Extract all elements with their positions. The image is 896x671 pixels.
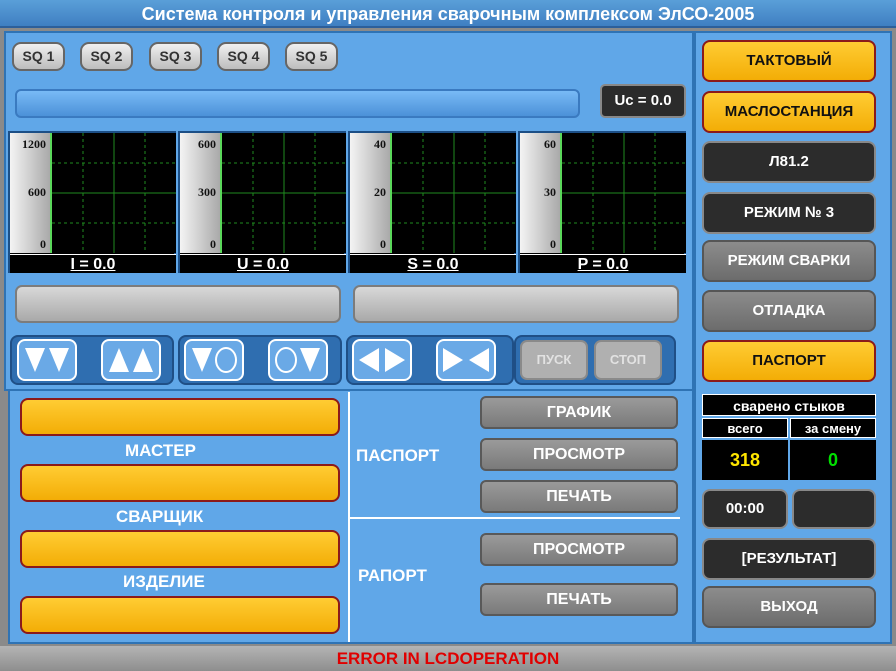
product-label: ИЗДЕЛИЕ (123, 572, 205, 591)
spread-button[interactable] (352, 339, 412, 381)
double-up-button[interactable] (101, 339, 161, 381)
extra-input[interactable] (20, 596, 340, 634)
axis-tick: 1200 (22, 137, 46, 151)
passport-print-button[interactable]: ПЕЧАТЬ (480, 480, 678, 513)
report-view-button[interactable]: ПРОСМОТР (480, 533, 678, 566)
shift-count: 0 (790, 440, 876, 480)
info-bar-right (353, 285, 679, 323)
down-circle-icon (192, 347, 237, 373)
report-section-label: РАПОРТ (358, 566, 427, 585)
voltage-readout: U = 0.0 (180, 254, 346, 273)
report-print-button[interactable]: ПЕЧАТЬ (480, 583, 678, 616)
program-display: Л81.2 (702, 141, 876, 183)
passport-view-button[interactable]: ПРОСМОТР (480, 438, 678, 471)
welder-label: СВАРЩИК (116, 507, 204, 526)
exit-button[interactable]: ВЫХОД (702, 586, 876, 628)
passport-chart-button[interactable]: ГРАФИК (480, 396, 678, 429)
sq4-button[interactable]: SQ 4 (217, 42, 270, 71)
voltage-chart: 600 300 0 U = 0.0 (178, 131, 346, 273)
uc-readout: Uc = 0.0 (600, 84, 686, 118)
axis-tick: 300 (198, 185, 216, 199)
sq2-button[interactable]: SQ 2 (80, 42, 133, 71)
axis-tick: 0 (550, 237, 556, 251)
sq5-button[interactable]: SQ 5 (285, 42, 338, 71)
pressure-readout: P = 0.0 (520, 254, 686, 273)
tact-mode-button[interactable]: ТАКТОВЫЙ (702, 40, 876, 82)
displacement-plot (392, 133, 516, 253)
voltage-axis: 600 300 0 (180, 133, 222, 253)
down-circle-button[interactable] (184, 339, 244, 381)
start-button[interactable]: ПУСК (520, 340, 588, 380)
master-label: МАСТЕР (125, 441, 196, 460)
axis-tick: 0 (380, 237, 386, 251)
circle-down-icon (275, 347, 320, 373)
axis-tick: 0 (210, 237, 216, 251)
passport-section-label: ПАСПОРТ (356, 446, 440, 465)
axis-tick: 600 (28, 185, 46, 199)
current-chart: 1200 600 0 I = 0.0 (8, 131, 176, 273)
master-input[interactable] (20, 398, 340, 436)
current-readout: I = 0.0 (10, 254, 176, 273)
pressure-plot (562, 133, 686, 253)
welder-input[interactable] (20, 464, 340, 502)
current-axis: 1200 600 0 (10, 133, 52, 253)
progress-bar (15, 89, 580, 118)
axis-tick: 600 (198, 137, 216, 151)
axis-tick: 30 (544, 185, 556, 199)
debug-button[interactable]: ОТЛАДКА (702, 290, 876, 332)
circle-down-button[interactable] (268, 339, 328, 381)
mode-number-display: РЕЖИМ № 3 (702, 192, 876, 234)
axis-tick: 60 (544, 137, 556, 151)
axis-tick: 20 (374, 185, 386, 199)
axis-tick: 40 (374, 137, 386, 151)
shift-label: за смену (790, 418, 876, 438)
passport-button[interactable]: ПАСПОРТ (702, 340, 876, 382)
oil-station-button[interactable]: МАСЛОСТАНЦИЯ (702, 91, 876, 133)
double-down-button[interactable] (17, 339, 77, 381)
displacement-axis: 40 20 0 (350, 133, 392, 253)
left-right-icon (359, 348, 405, 372)
right-left-icon (443, 348, 489, 372)
sq1-button[interactable]: SQ 1 (12, 42, 65, 71)
sq3-button[interactable]: SQ 3 (149, 42, 202, 71)
form-divider-horizontal (350, 517, 680, 519)
counter-title: сварено стыков (702, 394, 876, 416)
total-label: всего (702, 418, 788, 438)
voltage-plot (222, 133, 346, 253)
app-window: Система контроля и управления сварочным … (0, 0, 896, 671)
status-message: ERROR IN LCDOPERATION (0, 646, 896, 671)
double-up-icon (109, 348, 153, 372)
welding-mode-button[interactable]: РЕЖИМ СВАРКИ (702, 240, 876, 282)
pressure-axis: 60 30 0 (520, 133, 562, 253)
pressure-chart: 60 30 0 P = 0.0 (518, 131, 686, 273)
displacement-chart: 40 20 0 S = 0.0 (348, 131, 516, 273)
total-count: 318 (702, 440, 788, 480)
timer-display: 00:00 (702, 489, 788, 529)
displacement-readout: S = 0.0 (350, 254, 516, 273)
info-bar-left (15, 285, 341, 323)
product-input[interactable] (20, 530, 340, 568)
current-plot (52, 133, 176, 253)
squeeze-button[interactable] (436, 339, 496, 381)
stop-button[interactable]: СТОП (594, 340, 662, 380)
window-title: Система контроля и управления сварочным … (0, 0, 896, 28)
double-down-icon (25, 348, 69, 372)
result-button[interactable]: [РЕЗУЛЬТАТ] (702, 538, 876, 580)
timer-blank-display (792, 489, 876, 529)
axis-tick: 0 (40, 237, 46, 251)
